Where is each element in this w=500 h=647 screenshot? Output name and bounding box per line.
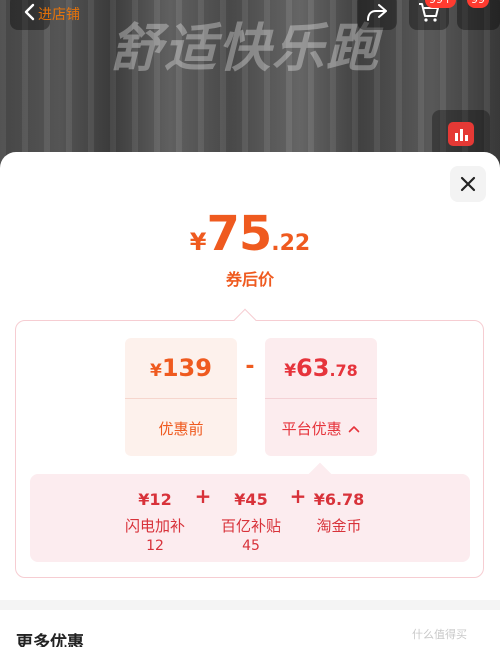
final-price-label: 券后价 (225, 270, 274, 289)
price-detail-sheet: ¥75.22 券后价 ¥139 优惠前 - ¥63.78 平台优惠 ¥12 闪电… (0, 152, 500, 647)
card-divider (125, 398, 237, 399)
final-price: ¥75.22 (0, 206, 500, 262)
share-icon (367, 4, 387, 21)
more-button[interactable]: 99 (457, 0, 500, 30)
platform-discount-value: ¥63.78 (284, 354, 358, 382)
cart-button[interactable]: 99+ (409, 0, 457, 30)
original-price-label: 优惠前 (158, 420, 204, 438)
list-item: ¥45 百亿补贴 45 (220, 490, 281, 554)
list-item: ¥12 闪电加补 12 (124, 490, 185, 554)
close-icon (460, 176, 476, 192)
section-divider (0, 600, 500, 610)
bar-chart-icon (448, 122, 474, 146)
original-price-value: ¥139 (150, 354, 212, 382)
final-price-integer: 75 (206, 206, 272, 262)
platform-discount-label: 平台优惠 (265, 418, 377, 439)
card-divider (265, 398, 377, 399)
more-offers-title: 更多优惠 (16, 633, 84, 647)
minus-operator: - (245, 354, 255, 379)
chevron-left-icon (24, 3, 35, 21)
final-price-currency: ¥ (189, 228, 207, 256)
close-button[interactable] (450, 166, 486, 202)
watermark: 什么值得买 (412, 628, 467, 641)
chevron-up-icon (349, 426, 360, 433)
final-price-decimal: .22 (271, 231, 311, 256)
platform-discount-card[interactable]: ¥63.78 平台优惠 (265, 338, 377, 456)
original-price-card: ¥139 优惠前 (125, 338, 237, 456)
cart-count-badge: 99+ (425, 0, 457, 8)
share-button[interactable] (357, 0, 397, 30)
product-banner-title: 舒适快乐跑 (110, 19, 381, 79)
list-item: ¥6.78 淘金币 (313, 490, 365, 535)
side-float-button[interactable] (432, 110, 490, 158)
store-link[interactable]: 进店铺 (38, 4, 80, 24)
message-count-badge: 99 (467, 0, 489, 8)
